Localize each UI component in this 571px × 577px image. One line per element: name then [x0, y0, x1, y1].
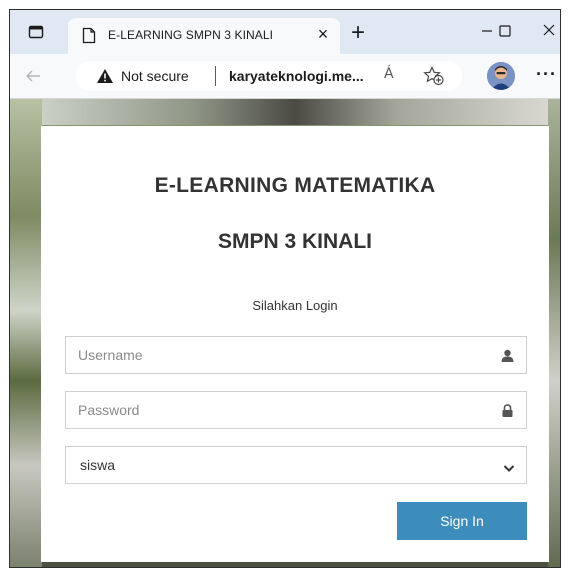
page-icon: [82, 27, 96, 49]
lock-icon: [501, 404, 514, 422]
school-name: SMPN 3 KINALI: [217, 230, 372, 253]
background-photo-right: [548, 99, 560, 567]
browser-tab[interactable]: E-LEARNING SMPN 3 KINALI ×: [68, 18, 340, 54]
read-aloud-icon[interactable]: Á: [384, 66, 394, 82]
plus-icon[interactable]: +: [346, 21, 370, 46]
sign-in-button[interactable]: Sign In: [397, 502, 527, 540]
url-field[interactable]: Not secure karyateknologi.me... Á: [76, 61, 462, 91]
role-select[interactable]: siswa: [65, 446, 527, 484]
add-favorite-icon[interactable]: [423, 66, 445, 91]
background-photo-left: [10, 99, 42, 567]
user-icon: [501, 349, 514, 367]
maximize-icon[interactable]: [498, 23, 529, 44]
login-subtitle: Silahkan Login: [252, 298, 338, 313]
divider: [215, 66, 216, 86]
username-field: [65, 336, 527, 374]
more-icon[interactable]: ···: [536, 64, 557, 85]
url-text[interactable]: karyateknologi.me...: [229, 68, 364, 84]
login-card: E-LEARNING MATEMATIKA SMPN 3 KINALI Sila…: [41, 126, 549, 562]
background-photo-top: [42, 99, 548, 125]
tab-strip: E-LEARNING SMPN 3 KINALI × +: [10, 10, 560, 54]
page-title: E-LEARNING MATEMATIKA: [154, 174, 436, 197]
password-field: [65, 391, 527, 429]
tab-title: E-LEARNING SMPN 3 KINALI: [108, 28, 274, 42]
chevron-down-icon: [503, 460, 515, 478]
back-arrow-icon[interactable]: [24, 67, 42, 90]
password-input[interactable]: [66, 392, 486, 428]
warning-icon[interactable]: [96, 68, 114, 89]
role-selected-value: siswa: [80, 457, 116, 473]
username-input[interactable]: [66, 337, 486, 373]
minimize-icon[interactable]: [480, 22, 494, 45]
security-label[interactable]: Not secure: [121, 68, 189, 84]
window-close-icon[interactable]: [542, 21, 556, 44]
address-bar: Not secure karyateknologi.me... Á ···: [10, 54, 560, 99]
profile-avatar[interactable]: [487, 62, 515, 90]
browser-window: E-LEARNING SMPN 3 KINALI × + Not secure …: [9, 9, 561, 568]
close-icon[interactable]: ×: [312, 23, 334, 45]
background-photo-bottom: [42, 561, 548, 567]
tab-actions-icon[interactable]: [28, 24, 44, 40]
